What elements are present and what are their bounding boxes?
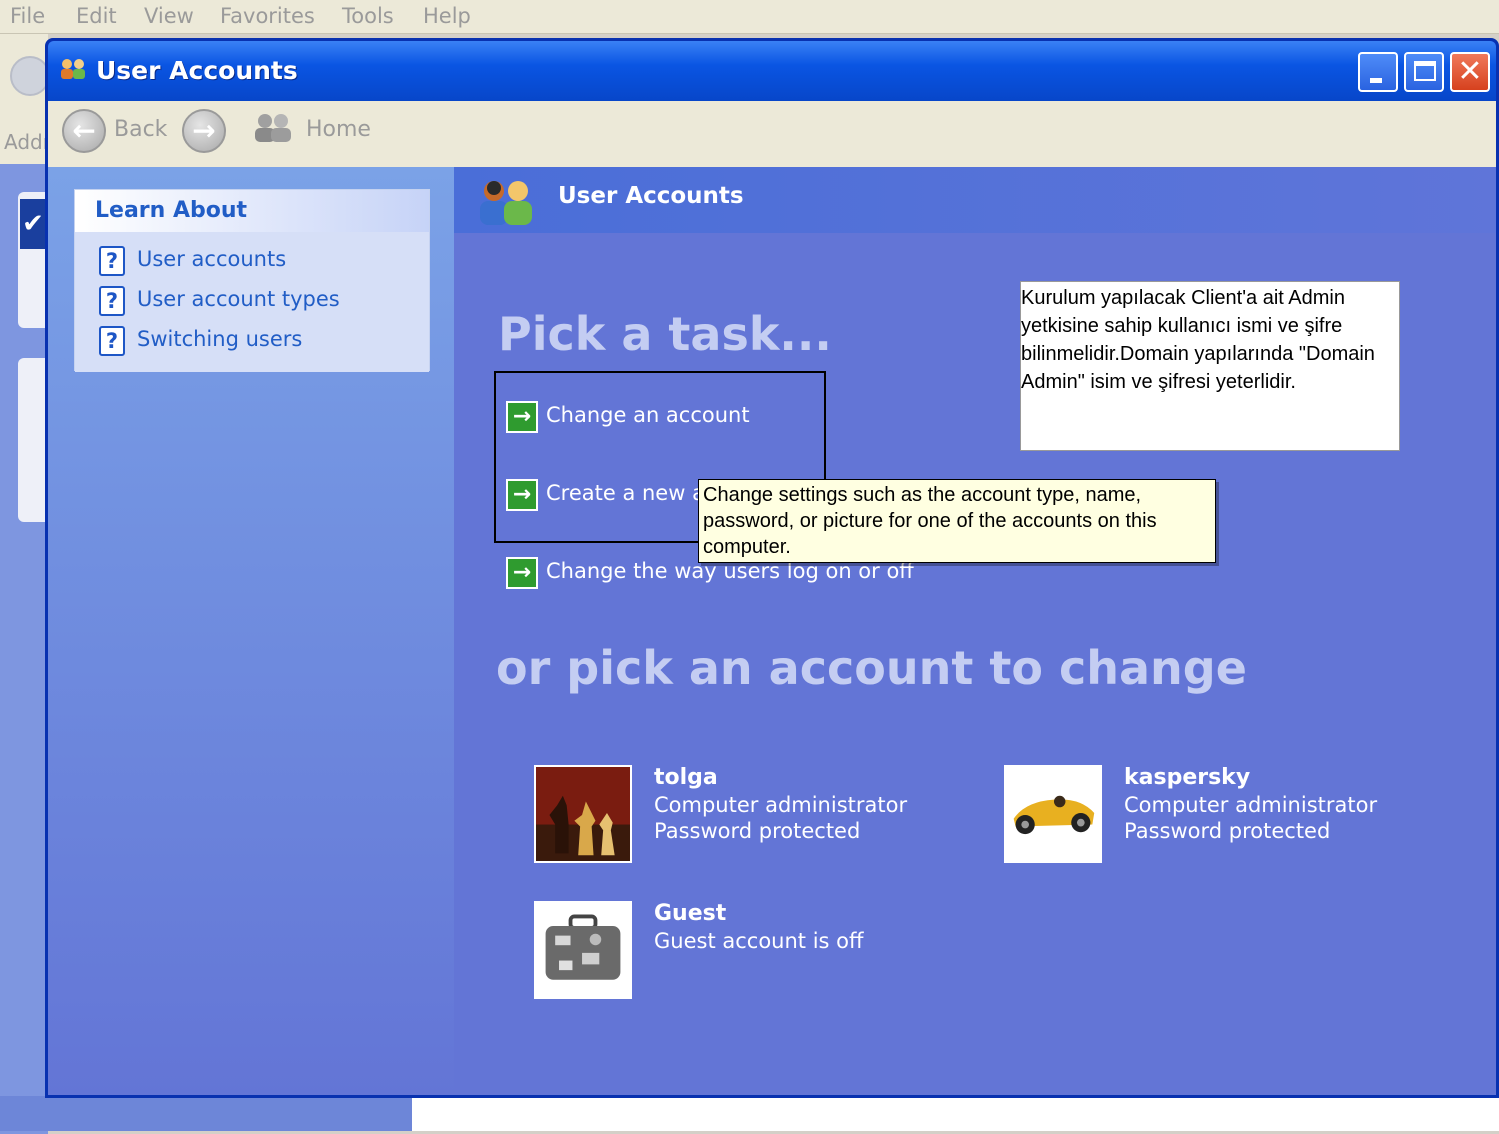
annotation-note: Kurulum yapılacak Client'a ait Admin yet…: [1020, 281, 1400, 451]
menu-help[interactable]: Help: [423, 4, 471, 28]
window-title: User Accounts: [96, 56, 298, 85]
learn-item-label[interactable]: User account types: [137, 287, 340, 311]
background-panel: [18, 358, 48, 522]
suitcase-icon: [534, 901, 632, 999]
toolbar: ← Back → Home: [48, 101, 1496, 167]
account-status: Password protected: [654, 819, 861, 843]
forward-button[interactable]: →: [182, 109, 226, 153]
help-icon: ?: [99, 246, 125, 276]
background-back-icon: [10, 56, 50, 96]
help-icon: ?: [99, 286, 125, 316]
race-car-icon: [1004, 765, 1102, 863]
chess-icon: [534, 765, 632, 863]
account-tolga[interactable]: tolga Computer administrator Password pr…: [534, 765, 934, 865]
learn-item-label[interactable]: Switching users: [137, 327, 302, 351]
user-accounts-icon: [61, 59, 85, 79]
account-guest[interactable]: Guest Guest account is off: [534, 901, 934, 1001]
back-arrow-icon: ←: [72, 114, 96, 147]
main-content: User Accounts Pick a task... → Change an…: [454, 167, 1496, 1095]
account-name[interactable]: Guest: [654, 901, 726, 926]
account-status: Password protected: [1124, 819, 1331, 843]
menu-favorites[interactable]: Favorites: [220, 4, 315, 28]
tooltip: Change settings such as the account type…: [698, 479, 1216, 563]
green-arrow-icon: →: [506, 557, 538, 589]
content-title: User Accounts: [558, 183, 744, 209]
account-type: Computer administrator: [1124, 793, 1378, 817]
close-icon: ✕: [1457, 54, 1483, 89]
title-bar[interactable]: User Accounts ✕: [48, 41, 1496, 101]
account-kaspersky[interactable]: kaspersky Computer administrator Passwor…: [1004, 765, 1424, 865]
forward-arrow-icon: →: [192, 114, 216, 147]
learn-item-label[interactable]: User accounts: [137, 247, 286, 271]
minimize-button[interactable]: [1358, 52, 1398, 92]
menu-edit[interactable]: Edit: [76, 4, 117, 28]
close-button[interactable]: ✕: [1450, 52, 1490, 92]
address-label: Addr: [4, 130, 51, 154]
menu-tools[interactable]: Tools: [342, 4, 394, 28]
home-users-icon[interactable]: [251, 111, 295, 147]
menu-view[interactable]: View: [144, 4, 194, 28]
task-pane: Learn About ? User accounts ? User accou…: [48, 167, 454, 1095]
background-menubar: File Edit View Favorites Tools Help: [0, 0, 1499, 34]
minimize-icon: [1370, 78, 1382, 83]
checkmark-icon: ✔: [20, 199, 46, 249]
pick-account-heading: or pick an account to change: [496, 641, 1247, 695]
learn-about-heading: Learn About: [75, 190, 429, 232]
background-pane: [0, 1096, 412, 1131]
maximize-button[interactable]: [1404, 52, 1444, 92]
background-statusbar: [0, 1096, 1499, 1131]
back-button[interactable]: ←: [62, 109, 106, 153]
back-label[interactable]: Back: [114, 117, 167, 142]
account-name[interactable]: kaspersky: [1124, 765, 1250, 790]
help-icon: ?: [99, 326, 125, 356]
home-label[interactable]: Home: [306, 117, 371, 142]
user-accounts-window: User Accounts ✕ ← Back → Home Learn Abou…: [45, 38, 1499, 1098]
account-status: Guest account is off: [654, 929, 864, 953]
maximize-icon: [1414, 61, 1436, 81]
user-accounts-icon: [480, 181, 532, 225]
learn-about-panel: Learn About ? User accounts ? User accou…: [74, 189, 430, 372]
account-type: Computer administrator: [654, 793, 908, 817]
pick-task-heading: Pick a task...: [498, 307, 832, 361]
menu-file[interactable]: File: [10, 4, 45, 28]
background-window: Addr ✔: [0, 34, 51, 1134]
account-name[interactable]: tolga: [654, 765, 718, 790]
content-header: User Accounts: [454, 167, 1496, 233]
